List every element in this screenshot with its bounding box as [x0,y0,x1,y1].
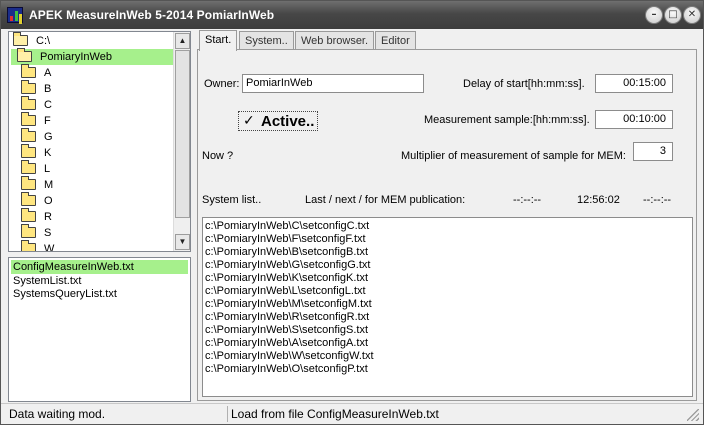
scroll-thumb[interactable] [175,50,190,218]
tab-web-browser[interactable]: Web browser. [295,31,375,50]
tree-item-label: O [44,195,53,207]
system-list-line: c:\PomiaryInWeb\S\setconfigS.txt [205,324,369,336]
tree-item-label: B [44,83,52,95]
publication-mem: --:--:-- [643,194,672,206]
tree-item-label: L [44,163,51,175]
scroll-up-icon[interactable]: ▲ [175,33,190,49]
system-list-line: c:\PomiaryInWeb\R\setconfigR.txt [205,311,370,323]
tab-system[interactable]: System.. [239,31,294,50]
tree-item-folder[interactable]: W [21,240,55,252]
owner-label: Owner: [204,78,240,90]
tree-item-label: PomiaryInWeb [40,51,112,63]
tree-item-label: R [44,211,52,223]
tree-item-folder[interactable]: A [21,64,52,81]
system-list-line: c:\PomiaryInWeb\A\setconfigA.txt [205,337,369,349]
tree-item-folder[interactable]: B [21,80,52,97]
window-title: APEK MeasureInWeb 5-2014 PomiarInWeb [29,8,275,22]
publication-next: 12:56:02 [577,194,620,206]
maximize-button[interactable]: □ [664,6,682,24]
sample-label: Measurement sample:[hh:mm:ss]. [424,114,590,126]
sample-input[interactable]: 00:10:00 [595,110,673,129]
system-list-line: c:\PomiaryInWeb\L\setconfigL.txt [205,285,366,297]
active-checkbox[interactable]: ✓ Active.. [238,111,318,131]
tree-item-folder[interactable]: M [21,176,54,193]
system-list-label: System list.. [202,194,262,206]
folder-icon [21,144,36,158]
folder-icon [21,160,36,174]
multiplier-label: Multiplier of measurement of sample for … [401,150,626,162]
title-bar[interactable]: APEK MeasureInWeb 5-2014 PomiarInWeb – □… [1,1,703,29]
tree-item-folder[interactable]: K [21,144,52,161]
tree-item-folder[interactable]: S [21,224,52,241]
system-list-line: c:\PomiaryInWeb\O\setconfigP.txt [205,363,368,375]
folder-icon [21,80,36,94]
system-list-line: c:\PomiaryInWeb\W\setconfigW.txt [205,350,374,362]
tree-item-label: C:\ [36,35,51,47]
status-bar: Data waiting mod. Load from file ConfigM… [1,403,703,424]
app-chart-icon [7,7,23,23]
tree-scrollbar[interactable]: ▲ ▼ [173,32,190,251]
system-list-line: c:\PomiaryInWeb\B\setconfigB.txt [205,246,369,258]
scroll-down-icon[interactable]: ▼ [175,234,190,250]
tree-item-folder[interactable]: O [21,192,53,209]
main-window: APEK MeasureInWeb 5-2014 PomiarInWeb – □… [0,0,704,425]
tree-item-folder[interactable]: G [21,128,53,145]
folder-icon [21,176,36,190]
system-list-line: c:\PomiaryInWeb\C\setconfigC.txt [205,220,370,232]
delay-label: Delay of start[hh:mm:ss]. [463,78,585,90]
status-divider [227,406,228,422]
folder-icon [21,64,36,78]
resize-grip-icon[interactable] [687,409,699,421]
folder-open-icon [17,48,32,62]
system-list-line: c:\PomiaryInWeb\G\setconfigG.txt [205,259,371,271]
tree-item-folder[interactable]: L [21,160,51,177]
tab-editor[interactable]: Editor [375,31,416,50]
publication-last: --:--:-- [513,194,542,206]
tree-item-label: C [44,99,52,111]
folder-icon [21,112,36,126]
folder-icon [21,208,36,222]
tree-item-folder[interactable]: C [21,96,52,113]
tree-item-root[interactable]: C:\ [13,32,51,49]
owner-input[interactable]: PomiarInWeb [242,74,424,93]
folder-icon [21,96,36,110]
system-list-line: c:\PomiaryInWeb\K\setconfigK.txt [205,272,369,284]
tree-item-label: K [44,147,52,159]
folder-icon [21,128,36,142]
folder-icon [21,192,36,206]
publication-label: Last / next / for MEM publication: [305,194,466,206]
tree-item-label: A [44,67,52,79]
tree-item-folder[interactable]: R [21,208,52,225]
status-message: Load from file ConfigMeasureInWeb.txt [231,407,439,421]
file-item[interactable]: ConfigMeasureInWeb.txt [11,260,188,274]
tree-item-label: G [44,131,53,143]
status-mode: Data waiting mod. [9,407,106,421]
file-item[interactable]: SystemsQueryList.txt [11,287,119,301]
tree-item-label: W [44,243,55,252]
folder-icon [21,240,36,251]
active-label: Active.. [261,113,315,130]
start-panel: Owner: PomiarInWeb Delay of start[hh:mm:… [197,49,697,401]
tree-item-folder[interactable]: F [21,112,51,129]
system-list-line: c:\PomiaryInWeb\M\setconfigM.txt [205,298,372,310]
delay-input[interactable]: 00:15:00 [595,74,673,93]
folder-tree[interactable]: C:\ PomiaryInWeb ABCFGKLMORSW ▲ ▼ [8,31,191,252]
file-list[interactable]: ConfigMeasureInWeb.txt SystemList.txt Sy… [8,257,191,402]
tab-start[interactable]: Start. [199,30,238,51]
now-label: Now ? [202,150,234,162]
folder-icon [21,224,36,238]
tree-item-selected[interactable]: PomiaryInWeb [11,48,173,65]
folder-open-icon [13,32,28,46]
checkmark-icon: ✓ [243,113,255,129]
tree-item-label: M [44,179,54,191]
tree-item-label: F [44,115,51,127]
system-list-line: c:\PomiaryInWeb\F\setconfigF.txt [205,233,366,245]
multiplier-input[interactable]: 3 [633,142,673,161]
minimize-button[interactable]: – [645,6,663,24]
close-button[interactable]: ✕ [683,6,701,24]
file-item[interactable]: SystemList.txt [11,274,83,288]
tree-item-label: S [44,227,52,239]
system-list-memo[interactable]: c:\PomiaryInWeb\C\setconfigC.txt c:\Pomia… [202,217,693,397]
